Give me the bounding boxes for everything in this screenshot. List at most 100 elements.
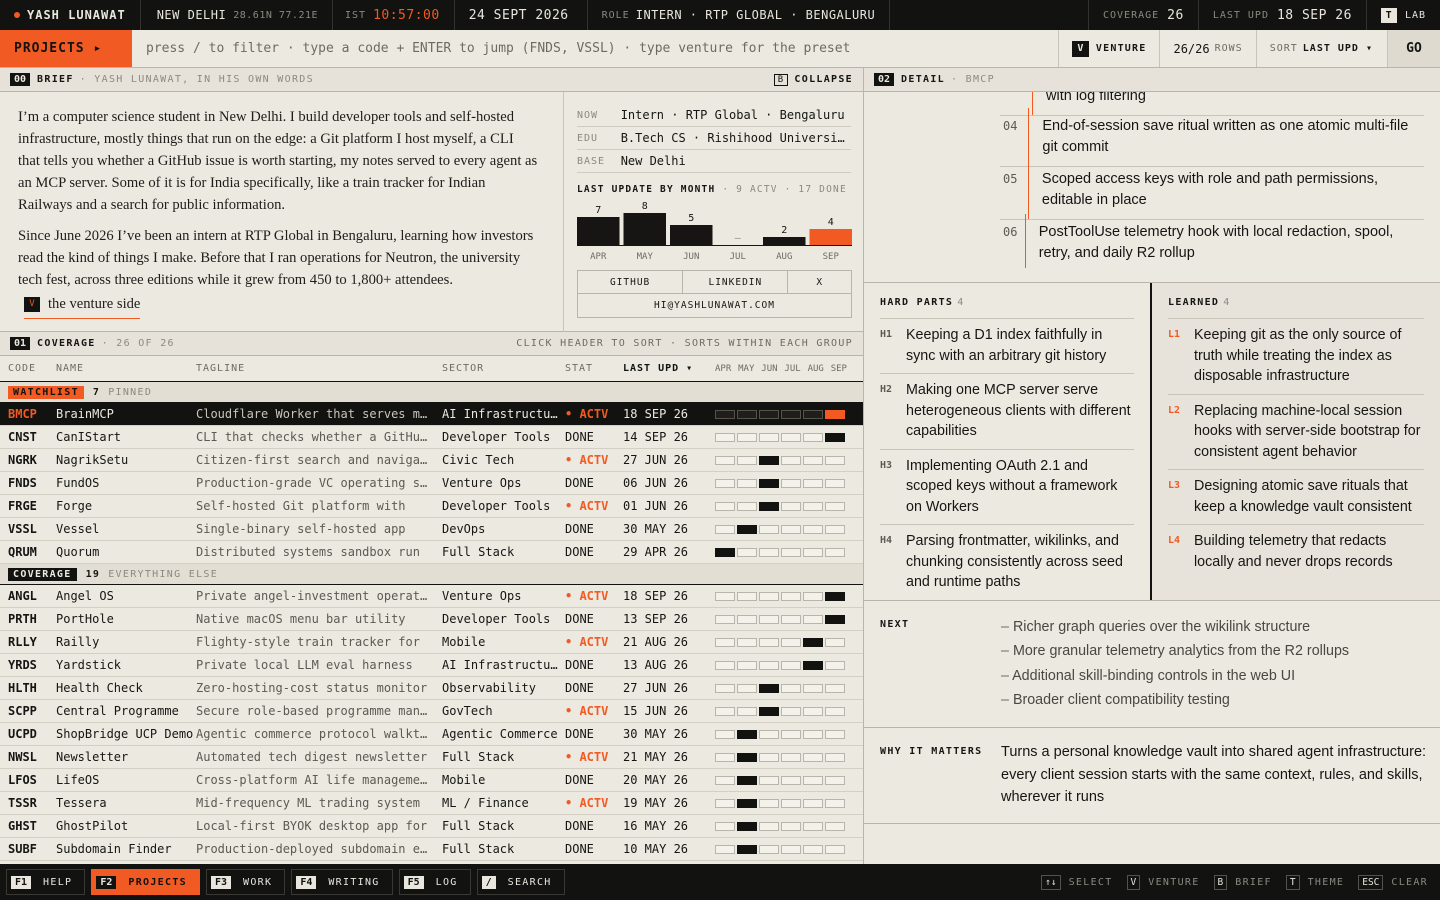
github-link[interactable]: GITHUB (578, 271, 684, 293)
col-sector[interactable]: SECTOR (442, 363, 565, 374)
next-item: Broader client compatibility testing (1001, 688, 1349, 712)
update-chart: 7 APR 8 MAY 5 JUN – JUL 2 AUG 4 SEP (577, 201, 852, 262)
project-tagline: Cross-platform AI life management (196, 773, 435, 787)
month-cell (737, 432, 757, 442)
month-cell (825, 660, 845, 670)
project-code: FNDS (8, 476, 37, 490)
sort-select[interactable]: SORT LAST UPD ▾ (1255, 30, 1387, 67)
table-row[interactable]: QRUM Quorum Distributed systems sandbox ru… (0, 541, 863, 564)
hard-title: HARD PARTS (880, 297, 954, 308)
month-cell (825, 729, 845, 739)
key-cap: ESC (1358, 874, 1384, 890)
col-name[interactable]: NAME (56, 363, 196, 374)
project-sector: Mobile (442, 773, 486, 787)
shortcut-clear: ESC CLEAR (1358, 874, 1428, 890)
month-cell (759, 478, 779, 488)
project-code: NWSL (8, 750, 37, 764)
table-row[interactable]: CNST CanIStart CLI that checks whether a G… (0, 426, 863, 449)
project-sector: Developer Tools (442, 499, 551, 513)
x-link[interactable]: X (788, 271, 851, 293)
item-number: L3 (1168, 480, 1181, 491)
item-number: H2 (880, 384, 893, 395)
table-row[interactable]: FNDS FundOS Production-grade VC operating … (0, 472, 863, 495)
group-subtitle: PINNED (108, 386, 153, 398)
project-sector: DevOps (442, 522, 486, 536)
function-key-help[interactable]: F1 HELP (6, 869, 86, 895)
month-cell (715, 614, 735, 624)
col-last-upd[interactable]: LAST UPD ▾ (623, 363, 715, 374)
month-cell (803, 775, 823, 785)
filter-input[interactable]: press / to filter · type a code + ENTER … (132, 30, 1058, 67)
linkedin-link[interactable]: LINKEDIN (683, 271, 789, 293)
month-cell (759, 752, 779, 762)
function-keys: F1 HELP F2 PROJECTS F3 WORK F4 WRITING F5 LOG / SEA… (6, 869, 571, 895)
email-link[interactable]: HI@YASHLUNAWAT.COM (578, 294, 851, 317)
detail-number: 02 (874, 73, 895, 86)
project-sector: Full Stack (442, 750, 515, 764)
table-row[interactable]: TSSR Tessera Mid-frequency ML trading syst… (0, 792, 863, 815)
month-cell (803, 501, 823, 511)
col-stat[interactable]: STAT (565, 363, 623, 374)
table-row[interactable]: SUBF Subdomain Finder Production-deployed … (0, 838, 863, 861)
table-row[interactable]: BMCP BrainMCP Cloudflare Worker that serve… (0, 403, 863, 426)
identity: YASH LUNAWAT (0, 0, 141, 30)
function-key-projects[interactable]: F2 PROJECTS (91, 869, 200, 895)
month-sparkline (715, 683, 855, 693)
step-text: Scoped access keys with role and path pe… (1041, 171, 1378, 208)
project-code: SUBF (8, 842, 37, 856)
item-text: Implementing OAuth 2.1 and scoped keys w… (906, 457, 1118, 515)
projects-menu-button[interactable]: PROJECTS ▸ (0, 30, 132, 67)
function-key-writing[interactable]: F4 WRITING (291, 869, 393, 895)
month-sparkline (715, 637, 855, 647)
month-cell (715, 775, 735, 785)
project-name: NagrikSetu (56, 453, 129, 467)
why-label: WHY IT MATTERS (880, 746, 983, 757)
month-cell (715, 683, 735, 693)
table-row[interactable]: NGRK NagrikSetu Citizen-first search and n… (0, 449, 863, 472)
col-code[interactable]: CODE (0, 363, 56, 374)
table-row[interactable]: PRTH PortHole Native macOS menu bar utilit… (0, 608, 863, 631)
last-update: 14 SEP 26 (623, 430, 689, 444)
table-row[interactable]: UCPD ShopBridge UCP Demo Agentic commerce … (0, 723, 863, 746)
table-row[interactable]: GHST GhostPilot Local-first BYOK desktop a… (0, 815, 863, 838)
month-cell (781, 409, 801, 419)
month-sparkline (715, 478, 855, 488)
function-key-work[interactable]: F3 WORK (205, 869, 286, 895)
shortcut-label: SELECT (1068, 876, 1113, 888)
table-row[interactable]: ANGL Angel OS Private angel-investment ope… (0, 585, 863, 608)
col-tagline[interactable]: TAGLINE (196, 363, 442, 374)
venture-link[interactable]: Vthe venture side (24, 293, 141, 319)
collapse-button[interactable]: B COLLAPSE (773, 73, 853, 86)
table-row[interactable]: SCPP Central Programme Secure role-based p… (0, 700, 863, 723)
table-row[interactable]: NWSL Newsletter Automated tech digest news… (0, 746, 863, 769)
project-tagline: Flighty-style train tracker for (196, 635, 420, 649)
project-tagline: Private local LLM eval harness (196, 658, 413, 672)
project-sector: Civic Tech (442, 453, 515, 467)
go-button[interactable]: GO (1387, 30, 1440, 67)
sort-value: LAST UPD ▾ (1302, 43, 1373, 54)
month-cell (759, 501, 779, 511)
detail-title: DETAIL (901, 74, 945, 85)
footer-bar: F1 HELP F2 PROJECTS F3 WORK F4 WRITING F5 LOG / SEA… (0, 864, 1440, 900)
top-bar: YASH LUNAWAT NEW DELHI 28.61N 77.21E IST… (0, 0, 1440, 30)
fact-edu: EDU B.Tech CS · Rishihood University (577, 127, 851, 150)
month-cell (715, 729, 735, 739)
month-cell (759, 432, 779, 442)
hard-parts: HARD PARTS 4 H1 Keeping a D1 index faithfu… (864, 283, 1152, 600)
coverage-stat: COVERAGE 26 (1087, 0, 1199, 30)
table-row[interactable]: HLTH Health Check Zero-hosting-cost status… (0, 677, 863, 700)
item-text: Designing atomic save rituals that keep … (1194, 478, 1412, 515)
month-cell (759, 729, 779, 739)
table-row[interactable]: LFOS LifeOS Cross-platform AI life managem… (0, 769, 863, 792)
venture-preset-button[interactable]: V VENTURE (1057, 30, 1160, 67)
project-name: Quorum (56, 545, 100, 559)
theme-toggle[interactable]: T LAB (1367, 0, 1440, 30)
month-cell (781, 501, 801, 511)
table-row[interactable]: FRGE Forge Self-hosted Git platform with De… (0, 495, 863, 518)
function-key-search[interactable]: / SEARCH (476, 869, 565, 895)
table-row[interactable]: RLLY Railly Flighty-style train tracker fo… (0, 631, 863, 654)
table-row[interactable]: VSSL Vessel Single-binary self-hosted app D… (0, 518, 863, 541)
project-name: LifeOS (56, 773, 100, 787)
function-key-log[interactable]: F5 LOG (398, 869, 471, 895)
table-row[interactable]: YRDS Yardstick Private local LLM eval harn… (0, 654, 863, 677)
